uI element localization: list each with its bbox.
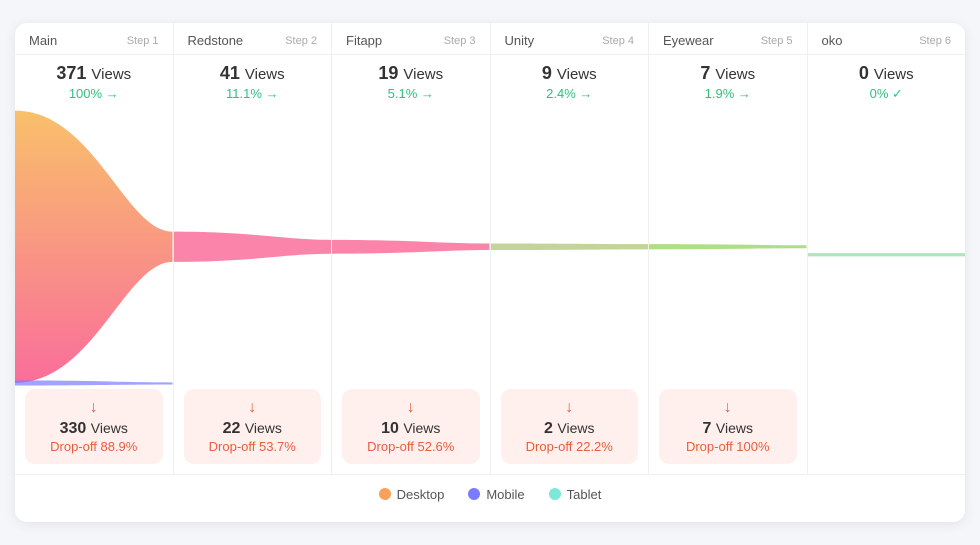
- col-name: Redstone: [188, 33, 244, 48]
- step-label: Step 6: [919, 35, 951, 47]
- col-stats: 41 Views 11.1% →: [174, 55, 332, 105]
- funnel-col-1: Redstone Step 2 41 Views 11.1% → ↓ 22 ViewsDr…: [174, 23, 333, 474]
- views-count: 0 Views: [822, 63, 952, 84]
- step-label: Step 1: [127, 35, 159, 47]
- legend-dot: [379, 488, 391, 500]
- funnel-visual: [808, 106, 966, 404]
- col-name: Unity: [505, 33, 535, 48]
- views-pct: 11.1% →: [188, 86, 318, 101]
- funnel-col-2: Fitapp Step 3 19 Views 5.1% → ↓ 10 ViewsDrop-…: [332, 23, 491, 474]
- funnel-grid: MainStep 1371 Views100% →↓330 ViewsDrop-…: [15, 23, 965, 475]
- col-name: oko: [822, 33, 843, 48]
- step-label: Step 5: [761, 35, 793, 47]
- views-count: 41 Views: [188, 63, 318, 84]
- dropoff-arrow-icon: ↓: [196, 399, 310, 417]
- col-stats: 19 Views 5.1% →: [332, 55, 490, 105]
- views-count: 7 Views: [663, 63, 793, 84]
- col-name: Fitapp: [346, 33, 382, 48]
- dropoff-views: 7 Views: [671, 420, 785, 438]
- dropoff-box: ↓ 10 ViewsDrop-off 52.6%: [342, 389, 480, 464]
- funnel-visual: [491, 105, 649, 389]
- funnel-col-3: Unity Step 4 9 Views 2.4% → ↓ 2 ViewsDrop-off…: [491, 23, 650, 474]
- funnel-chart: MainStep 1371 Views100% →↓330 ViewsDrop-…: [15, 23, 965, 522]
- step-label: Step 2: [285, 35, 317, 47]
- col-stats: 7 Views 1.9% →: [649, 55, 807, 105]
- dropoff-views: 330 Views: [37, 420, 151, 438]
- views-count: 371 Views: [29, 63, 159, 84]
- dropoff-views: 22 Views: [196, 420, 310, 438]
- dropoff-box: ↓ 7 ViewsDrop-off 100%: [659, 389, 797, 464]
- dropoff-pct: Drop-off 100%: [671, 439, 785, 454]
- dropoff-pct: Drop-off 22.2%: [513, 439, 627, 454]
- step-label: Step 3: [444, 35, 476, 47]
- col-stats: 371 Views 100% →: [15, 55, 173, 105]
- dropoff-box: ↓ 330 ViewsDrop-off 88.9%: [25, 389, 163, 464]
- views-pct: 1.9% →: [663, 86, 793, 101]
- col-header: Eyewear Step 5: [649, 23, 807, 55]
- views-count: 9 Views: [505, 63, 635, 84]
- legend-label: Mobile: [486, 487, 524, 502]
- views-pct: 100% →: [29, 86, 159, 101]
- col-header: Fitapp Step 3: [332, 23, 490, 55]
- col-name: Eyewear: [663, 33, 714, 48]
- views-pct: 0% ✓: [822, 86, 952, 102]
- funnel-visual: [649, 105, 807, 389]
- dropoff-arrow-icon: ↓: [671, 399, 785, 417]
- funnel-col-4: EyewearStep 57 Views1.9% →↓7 ViewsDrop-o…: [649, 23, 808, 474]
- dropoff-box: ↓ 22 ViewsDrop-off 53.7%: [184, 389, 322, 464]
- dropoff-pct: Drop-off 52.6%: [354, 439, 468, 454]
- dropoff-pct: Drop-off 88.9%: [37, 439, 151, 454]
- legend-item-desktop: Desktop: [379, 487, 445, 502]
- legend-dot: [468, 488, 480, 500]
- views-pct: 5.1% →: [346, 86, 476, 101]
- dropoff-arrow-icon: ↓: [37, 399, 151, 417]
- funnel-visual: [174, 105, 332, 389]
- col-name: Main: [29, 33, 57, 48]
- funnel-visual: [15, 105, 173, 389]
- col-header: Main Step 1: [15, 23, 173, 55]
- col-stats: 0 Views 0% ✓: [808, 55, 966, 106]
- col-header: Redstone Step 2: [174, 23, 332, 55]
- col-header: oko Step 6: [808, 23, 966, 55]
- dropoff-arrow-icon: ↓: [354, 399, 468, 417]
- dropoff-box: ↓ 2 ViewsDrop-off 22.2%: [501, 389, 639, 464]
- legend-dot: [549, 488, 561, 500]
- dropoff-views: 2 Views: [513, 420, 627, 438]
- legend-label: Tablet: [567, 487, 602, 502]
- funnel-col-0: Main Step 1 371 Views 100% → ↓ 330 ViewsDrop-…: [15, 23, 174, 474]
- legend: Desktop Mobile Tablet: [15, 475, 965, 506]
- funnel-visual: [332, 105, 490, 389]
- legend-label: Desktop: [397, 487, 445, 502]
- legend-item-tablet: Tablet: [549, 487, 602, 502]
- views-pct: 2.4% →: [505, 86, 635, 101]
- col-stats: 9 Views 2.4% →: [491, 55, 649, 105]
- funnel-col-5: oko Step 6 0 Views 0% ✓: [808, 23, 966, 474]
- step-label: Step 4: [602, 35, 634, 47]
- col-header: Unity Step 4: [491, 23, 649, 55]
- views-count: 19 Views: [346, 63, 476, 84]
- dropoff-views: 10 Views: [354, 420, 468, 438]
- dropoff-arrow-icon: ↓: [513, 399, 627, 417]
- legend-item-mobile: Mobile: [468, 487, 524, 502]
- dropoff-pct: Drop-off 53.7%: [196, 439, 310, 454]
